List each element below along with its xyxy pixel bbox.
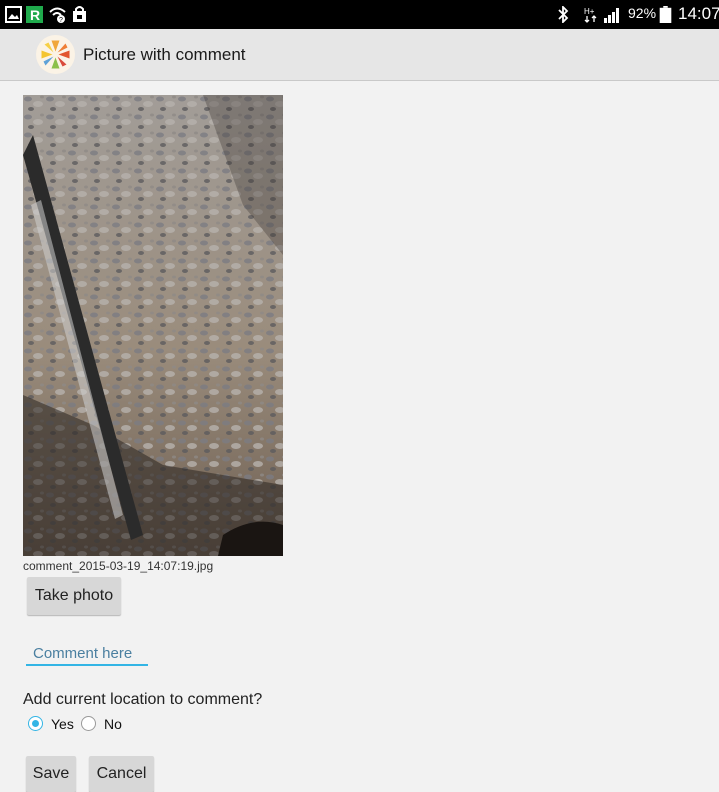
comment-input[interactable] [26, 642, 148, 666]
battery-percent: 92% [628, 5, 657, 21]
svg-text:R: R [30, 7, 40, 23]
page-title: Picture with comment [83, 45, 246, 64]
location-question: Add current location to comment? [23, 691, 263, 708]
signal-icon [604, 8, 619, 23]
svg-text:H+: H+ [584, 7, 595, 16]
radio-no[interactable] [81, 716, 96, 731]
battery-icon [659, 6, 672, 23]
app-logo-icon[interactable] [36, 35, 75, 74]
r-app-icon: R [26, 6, 43, 23]
captured-photo [23, 95, 283, 556]
svg-text:?: ? [59, 17, 63, 23]
wifi-question-icon: ? [49, 7, 66, 23]
save-button[interactable]: Save [26, 756, 76, 792]
action-bar: Picture with comment [0, 29, 719, 81]
shopping-bag-icon [73, 6, 86, 22]
picture-icon [5, 6, 22, 23]
hplus-data-icon: H+ [584, 7, 597, 23]
radio-no-label[interactable]: No [104, 716, 122, 732]
clock: 14:07 [678, 4, 719, 23]
bluetooth-icon [558, 6, 569, 23]
radio-yes[interactable] [28, 716, 43, 731]
cancel-button[interactable]: Cancel [89, 756, 154, 792]
photo-filename: comment_2015-03-19_14:07:19.jpg [23, 559, 214, 573]
status-bar: R ? H+ 92% 14:07 [0, 0, 719, 29]
radio-yes-label[interactable]: Yes [51, 716, 74, 732]
take-photo-button[interactable]: Take photo [27, 577, 121, 615]
